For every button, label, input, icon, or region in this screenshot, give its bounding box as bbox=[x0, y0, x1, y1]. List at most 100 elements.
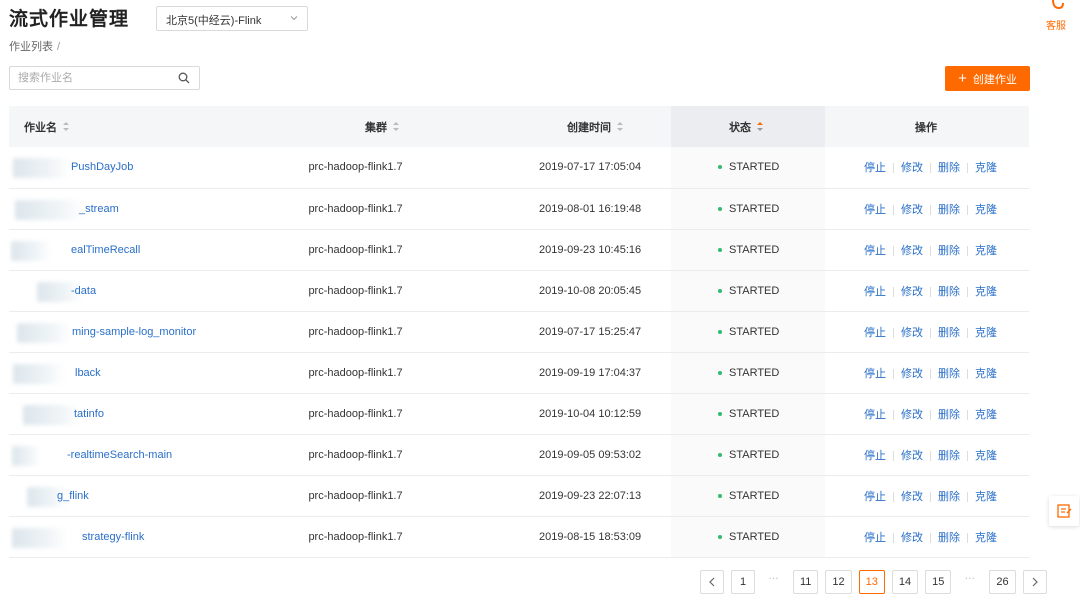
th-status[interactable]: 状态 bbox=[671, 106, 825, 147]
action-delete-link[interactable]: 删除 bbox=[938, 286, 960, 298]
action-stop-link[interactable]: 停止 bbox=[864, 162, 886, 174]
search-icon[interactable] bbox=[178, 72, 190, 84]
action-edit-link[interactable]: 修改 bbox=[901, 204, 923, 216]
action-divider bbox=[967, 532, 968, 543]
row-actions: 停止 修改 删除 克隆 bbox=[864, 245, 997, 257]
status-value: STARTED bbox=[729, 202, 780, 215]
search-input[interactable] bbox=[10, 67, 170, 89]
pagination-page-12[interactable]: 12 bbox=[825, 570, 852, 594]
status-dot-icon bbox=[718, 329, 722, 334]
pagination-next-button[interactable] bbox=[1022, 570, 1047, 594]
job-name-link[interactable]: strategy-flink bbox=[82, 531, 144, 543]
pagination-page-11[interactable]: 11 bbox=[793, 570, 819, 594]
action-clone-link[interactable]: 克隆 bbox=[975, 204, 997, 216]
status-dot-icon bbox=[718, 534, 722, 539]
job-name-link[interactable]: tatinfo bbox=[74, 408, 104, 420]
status-dot-icon bbox=[718, 452, 722, 457]
pagination-ellipsis[interactable]: … bbox=[958, 570, 982, 594]
status-dot-icon bbox=[718, 165, 722, 170]
action-clone-link[interactable]: 克隆 bbox=[975, 532, 997, 544]
action-delete-link[interactable]: 删除 bbox=[938, 532, 960, 544]
action-stop-link[interactable]: 停止 bbox=[864, 532, 886, 544]
cell-cluster: zjyprc-hadoop-flink1.7 bbox=[309, 270, 499, 312]
action-divider bbox=[893, 327, 894, 338]
action-edit-link[interactable]: 修改 bbox=[901, 409, 923, 421]
cluster-value: zjyprc-hadoop-flink1.7 bbox=[309, 284, 403, 297]
pagination-pages: 1… 11 12 13 14 15… 26 bbox=[731, 570, 1023, 594]
action-edit-link[interactable]: 修改 bbox=[901, 327, 923, 339]
pagination-page-26[interactable]: 26 bbox=[989, 570, 1016, 594]
sort-icon[interactable] bbox=[393, 122, 399, 131]
sort-active-icon[interactable] bbox=[757, 122, 763, 131]
table-row: ealTimeRecall zjyprc-hadoop-flink1.7 2019-… bbox=[9, 229, 1029, 271]
action-edit-link[interactable]: 修改 bbox=[901, 450, 923, 462]
job-name-link[interactable]: ealTimeRecall bbox=[71, 244, 140, 256]
action-delete-link[interactable]: 删除 bbox=[938, 450, 960, 462]
action-clone-link[interactable]: 克隆 bbox=[975, 409, 997, 421]
status-value: STARTED bbox=[729, 489, 780, 502]
region-select[interactable]: 北京5(中经云)-Flink bbox=[156, 6, 308, 31]
pagination-prev-button[interactable] bbox=[700, 570, 724, 594]
th-job-name[interactable]: 作业名 bbox=[9, 106, 309, 147]
job-name-link[interactable]: g_flink bbox=[57, 490, 89, 502]
status-value: STARTED bbox=[729, 448, 780, 461]
action-stop-link[interactable]: 停止 bbox=[864, 409, 886, 421]
action-clone-link[interactable]: 克隆 bbox=[975, 162, 997, 174]
job-name-link[interactable]: lback bbox=[75, 367, 101, 379]
pagination-page-13[interactable]: 13 bbox=[858, 570, 885, 594]
customer-service[interactable]: 客服 bbox=[1040, 0, 1072, 32]
action-stop-link[interactable]: 停止 bbox=[864, 245, 886, 257]
job-name-link[interactable]: ming-sample-log_monitor bbox=[72, 326, 196, 338]
sort-icon[interactable] bbox=[617, 122, 623, 131]
create-job-button[interactable]: + 创建作业 bbox=[945, 66, 1030, 91]
action-clone-link[interactable]: 克隆 bbox=[975, 245, 997, 257]
job-name-link[interactable]: PushDayJob bbox=[71, 161, 133, 173]
cell-job-name: ealTimeRecall bbox=[9, 229, 309, 271]
action-stop-link[interactable]: 停止 bbox=[864, 450, 886, 462]
breadcrumb-item-job-list[interactable]: 作业列表 bbox=[9, 41, 53, 53]
action-delete-link[interactable]: 删除 bbox=[938, 491, 960, 503]
action-delete-link[interactable]: 删除 bbox=[938, 327, 960, 339]
pagination-ellipsis[interactable]: … bbox=[762, 570, 786, 594]
row-actions: 停止 修改 删除 克隆 bbox=[864, 368, 997, 380]
th-cluster[interactable]: 集群 bbox=[309, 106, 499, 147]
feedback-button[interactable] bbox=[1049, 496, 1079, 526]
action-stop-link[interactable]: 停止 bbox=[864, 491, 886, 503]
action-divider bbox=[893, 163, 894, 174]
pagination-page-15[interactable]: 15 bbox=[925, 570, 952, 594]
job-name-link[interactable]: _stream bbox=[79, 203, 119, 215]
pagination-page-14[interactable]: 14 bbox=[891, 570, 919, 594]
job-name-link[interactable]: -data bbox=[71, 285, 96, 297]
action-edit-link[interactable]: 修改 bbox=[901, 491, 923, 503]
action-delete-link[interactable]: 删除 bbox=[938, 204, 960, 216]
cell-created-time: 2019-10-08 20:05:45 bbox=[499, 270, 671, 312]
action-stop-link[interactable]: 停止 bbox=[864, 327, 886, 339]
action-edit-link[interactable]: 修改 bbox=[901, 245, 923, 257]
action-delete-link[interactable]: 删除 bbox=[938, 368, 960, 380]
action-stop-link[interactable]: 停止 bbox=[864, 204, 886, 216]
row-actions: 停止 修改 删除 克隆 bbox=[864, 204, 997, 216]
created-time-value: 2019-08-01 16:19:48 bbox=[539, 202, 642, 215]
action-stop-link[interactable]: 停止 bbox=[864, 368, 886, 380]
action-clone-link[interactable]: 克隆 bbox=[975, 368, 997, 380]
action-clone-link[interactable]: 克隆 bbox=[975, 491, 997, 503]
action-edit-link[interactable]: 修改 bbox=[901, 368, 923, 380]
cell-cluster: zjyprc-hadoop-flink1.7 bbox=[309, 229, 499, 271]
action-delete-link[interactable]: 删除 bbox=[938, 409, 960, 421]
action-edit-link[interactable]: 修改 bbox=[901, 286, 923, 298]
th-created-time[interactable]: 创建时间 bbox=[499, 106, 671, 147]
action-stop-link[interactable]: 停止 bbox=[864, 286, 886, 298]
th-actions-label: 操作 bbox=[915, 121, 937, 134]
search-box bbox=[9, 66, 200, 90]
action-edit-link[interactable]: 修改 bbox=[901, 162, 923, 174]
sort-icon[interactable] bbox=[63, 122, 69, 131]
cell-status: STARTED bbox=[671, 516, 825, 558]
action-edit-link[interactable]: 修改 bbox=[901, 532, 923, 544]
pagination-page-1[interactable]: 1 bbox=[731, 570, 755, 594]
action-delete-link[interactable]: 删除 bbox=[938, 162, 960, 174]
job-name-link[interactable]: -realtimeSearch-main bbox=[67, 449, 172, 461]
action-clone-link[interactable]: 克隆 bbox=[975, 450, 997, 462]
action-delete-link[interactable]: 删除 bbox=[938, 245, 960, 257]
action-clone-link[interactable]: 克隆 bbox=[975, 286, 997, 298]
action-clone-link[interactable]: 克隆 bbox=[975, 327, 997, 339]
